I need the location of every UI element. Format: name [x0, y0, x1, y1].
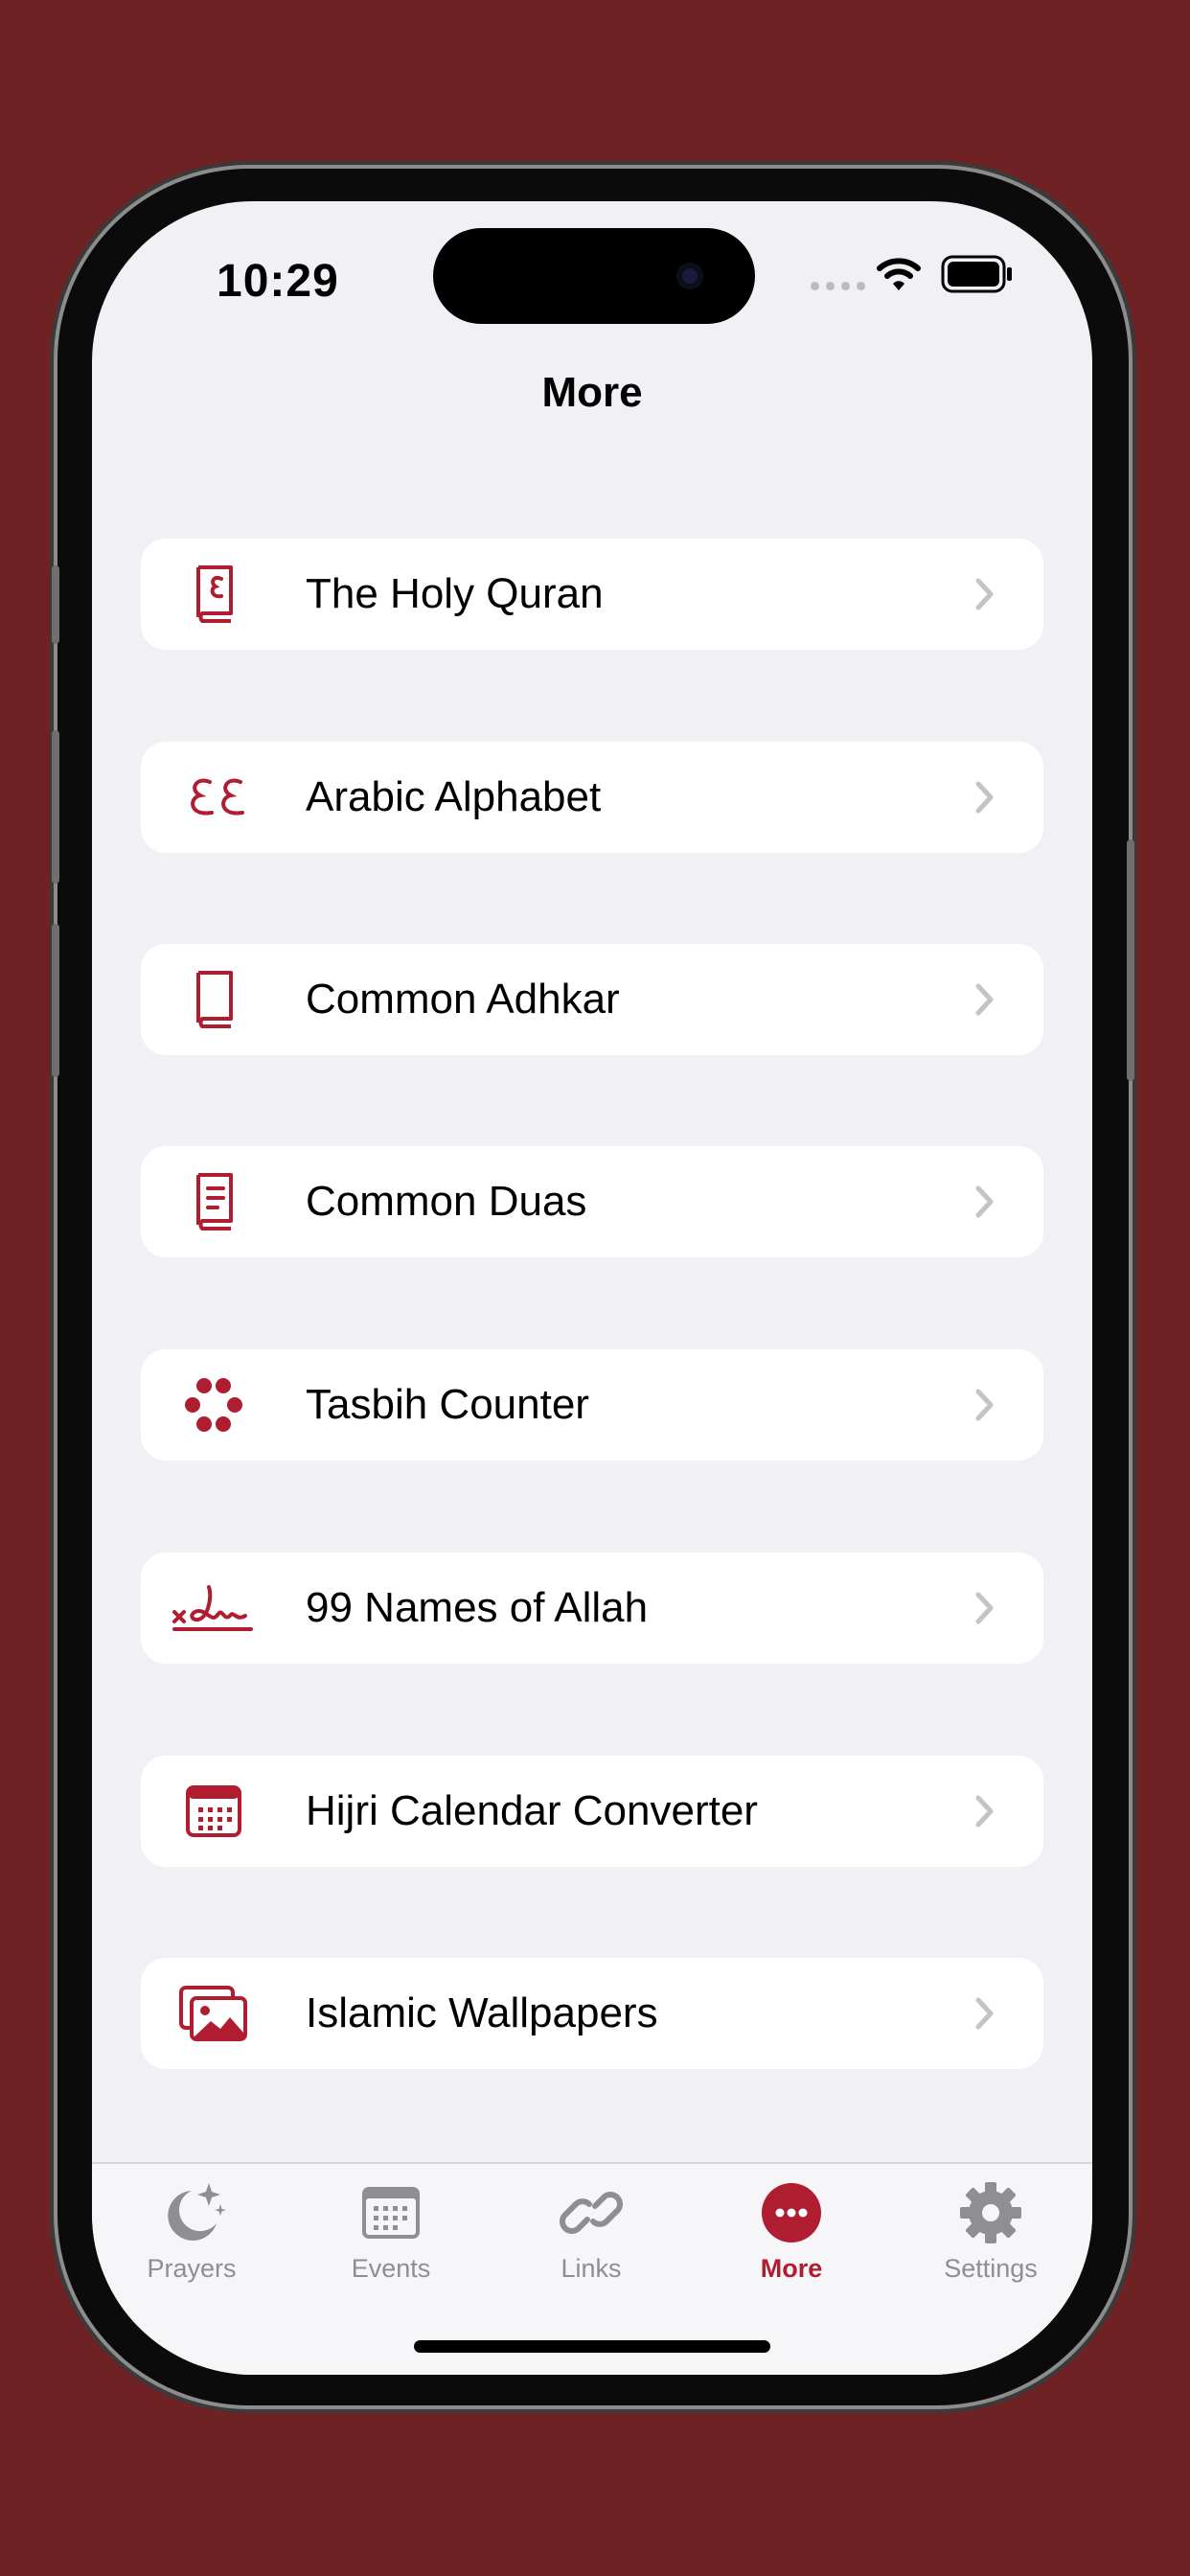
beads-icon — [183, 1376, 244, 1434]
tab-label: Prayers — [147, 2254, 237, 2283]
menu-row-label: Hijri Calendar Converter — [306, 1787, 758, 1834]
menu-row-label: Arabic Alphabet — [306, 773, 602, 820]
chevron-right-icon — [975, 1389, 994, 1421]
menu-row-label: The Holy Quran — [306, 570, 604, 617]
camera-lens — [676, 263, 703, 289]
tab-label: Settings — [944, 2254, 1038, 2283]
moon-stars-icon — [168, 2183, 226, 2241]
calendar-icon — [362, 2187, 420, 2239]
book-text-icon — [183, 1173, 244, 1230]
menu-row-tasbih-counter[interactable]: Tasbih Counter — [141, 1349, 1043, 1460]
tab-events[interactable]: Events — [291, 2164, 491, 2298]
cellular-signal-icon — [811, 282, 865, 290]
calendar-icon — [183, 1782, 244, 1840]
chevron-right-icon — [975, 1185, 994, 1218]
tab-label: Events — [351, 2254, 431, 2283]
wifi-icon — [877, 258, 921, 290]
tab-label: Links — [561, 2254, 622, 2283]
signature-icon — [166, 1579, 262, 1637]
chevron-right-icon — [975, 1592, 994, 1624]
gear-icon — [960, 2182, 1021, 2243]
tab-links[interactable]: Links — [492, 2164, 691, 2298]
chevron-right-icon — [975, 1795, 994, 1828]
tab-label: More — [760, 2254, 823, 2283]
menu-row-label: Islamic Wallpapers — [306, 1990, 658, 2036]
menu-row-islamic-wallpapers[interactable]: Islamic Wallpapers — [141, 1958, 1043, 2069]
chevron-right-icon — [975, 578, 994, 610]
quran-book-icon — [183, 565, 244, 623]
volume-down-button — [52, 924, 59, 1077]
tab-prayers[interactable]: Prayers — [92, 2164, 291, 2298]
arabic-letters-icon — [183, 769, 244, 826]
screen: 10:29 More The Holy Quran Arabic Alphabe… — [92, 201, 1092, 2375]
menu-row-common-adhkar[interactable]: Common Adhkar — [141, 944, 1043, 1055]
battery-icon — [941, 255, 1012, 293]
menu-row-label: Common Adhkar — [306, 976, 620, 1023]
book-icon — [183, 971, 244, 1028]
ellipsis-circle-icon — [762, 2183, 821, 2242]
status-time: 10:29 — [217, 256, 339, 307]
menu-row-label: 99 Names of Allah — [306, 1584, 649, 1631]
page-title: More — [541, 369, 643, 416]
menu-row-holy-quran[interactable]: The Holy Quran — [141, 539, 1043, 650]
dynamic-island — [433, 228, 755, 324]
menu-row-common-duas[interactable]: Common Duas — [141, 1146, 1043, 1257]
home-indicator — [414, 2340, 770, 2353]
volume-up-button — [52, 730, 59, 884]
menu-row-hijri-calendar[interactable]: Hijri Calendar Converter — [141, 1756, 1043, 1867]
tab-more[interactable]: More — [692, 2164, 891, 2298]
chevron-right-icon — [975, 781, 994, 814]
photos-icon — [177, 1985, 250, 2042]
chevron-right-icon — [975, 1997, 994, 2030]
chevron-right-icon — [975, 983, 994, 1016]
menu-row-label: Tasbih Counter — [306, 1381, 589, 1428]
link-icon — [560, 2192, 623, 2234]
power-button — [1127, 840, 1134, 1081]
action-button — [52, 565, 59, 644]
menu-row-99-names[interactable]: 99 Names of Allah — [141, 1552, 1043, 1664]
tab-settings[interactable]: Settings — [891, 2164, 1090, 2298]
menu-row-arabic-alphabet[interactable]: Arabic Alphabet — [141, 742, 1043, 853]
menu-row-label: Common Duas — [306, 1178, 587, 1225]
